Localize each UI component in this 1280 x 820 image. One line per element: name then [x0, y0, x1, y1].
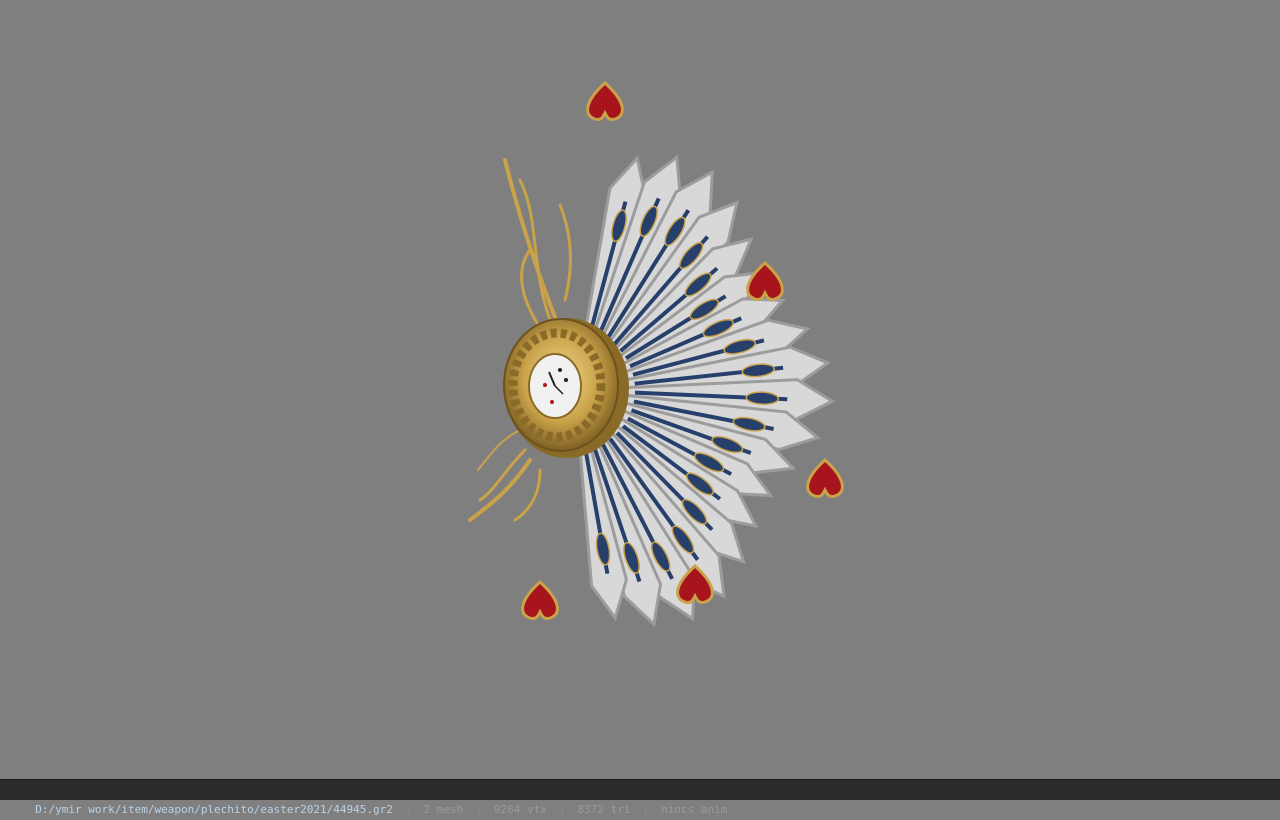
- status-bar: D:/ymir work/item/weapon/plechito/easter…: [0, 779, 1280, 816]
- spade-icon: [586, 80, 624, 121]
- spade-icon: [521, 579, 559, 620]
- separator: |: [642, 803, 650, 816]
- 3d-viewport[interactable]: [0, 0, 1280, 779]
- separator: |: [404, 803, 412, 816]
- animation-status: nincs anim: [661, 803, 728, 816]
- spade-icon: [806, 457, 844, 498]
- clock-hub: [503, 318, 629, 458]
- separator: |: [475, 803, 482, 816]
- triangle-count: 8372 tri: [577, 803, 631, 816]
- separator: |: [558, 803, 566, 816]
- mesh-count: 2 mesh: [423, 803, 464, 816]
- spade-icon: [746, 260, 784, 301]
- file-path: D:/ymir work/item/weapon/plechito/easter…: [35, 803, 393, 816]
- vertex-count: 9264 vtx: [493, 803, 547, 816]
- fan-weapon-model: [468, 80, 844, 628]
